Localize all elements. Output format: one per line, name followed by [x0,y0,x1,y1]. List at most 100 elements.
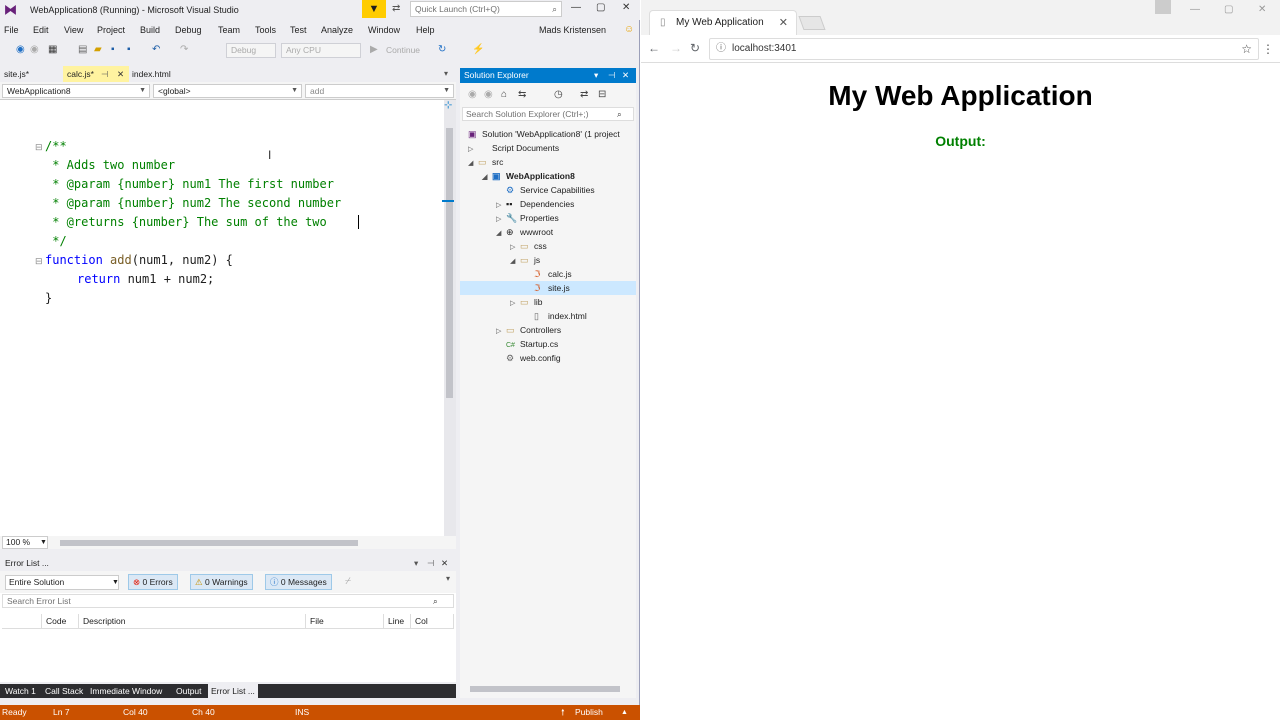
warnings-filter-button[interactable]: ⚠ 0 Warnings [190,574,253,590]
errors-filter-button[interactable]: ⊗ 0 Errors [128,574,178,590]
tab-output[interactable]: Output [176,684,202,698]
toolbar-overflow-icon[interactable]: ▾ [446,574,450,583]
solution-configuration-combo[interactable]: Debug [226,43,276,58]
redo-icon[interactable]: ↷ [180,44,188,55]
column-header-line[interactable]: Line [384,614,411,629]
column-header-file[interactable]: File [306,614,384,629]
browser-tab[interactable]: ▯ My Web Application ✕ [649,10,797,35]
undo-icon[interactable]: ↶ [152,44,160,55]
column-header-description[interactable]: Description [79,614,306,629]
editor-scroll-thumb[interactable] [446,128,453,398]
profile-icon[interactable] [1155,0,1171,14]
new-item-icon[interactable]: ▤ [78,44,87,55]
browser-menu-icon[interactable]: ⋮ [1262,42,1274,56]
save-icon[interactable]: ▪ [111,44,115,55]
save-all-icon[interactable]: ▪ [127,44,131,55]
menu-debug[interactable]: Debug [175,25,202,35]
menu-analyze[interactable]: Analyze [321,25,353,35]
solution-explorer-horizontal-scroll-thumb[interactable] [470,686,620,692]
tree-item-solution[interactable]: ▣ Solution 'WebApplication8' (1 project [468,127,620,141]
continue-icon[interactable]: ▶ [370,44,378,55]
tree-item-service-capabilities[interactable]: ⚙ Service Capabilities [496,183,595,197]
messages-filter-button[interactable]: ⓘ 0 Messages [265,574,332,590]
sync-icon[interactable]: ⇆ [518,89,526,100]
address-bar[interactable]: ⓘ localhost:3401 ☆ [709,38,1259,60]
editor-horizontal-scroll-thumb[interactable] [60,540,358,546]
reload-icon[interactable]: ↻ [690,41,700,55]
tab-dropdown-icon[interactable]: ▾ [444,69,448,78]
menu-edit[interactable]: Edit [33,25,49,35]
user-name[interactable]: Mads Kristensen [539,25,606,35]
close-tab-icon[interactable]: ✕ [779,11,788,35]
refresh-icon[interactable]: ↻ [438,44,446,55]
open-file-icon[interactable]: ▰ [94,44,102,55]
tree-item-calc-js[interactable]: ℑcalc.js [524,267,572,281]
publish-up-arrow-icon[interactable]: 🠕 [561,705,565,720]
publish-menu-icon[interactable]: ▲ [621,705,628,720]
collapse-icon[interactable]: ◢ [510,255,520,269]
new-tab-button[interactable] [798,16,826,30]
menu-team[interactable]: Team [218,25,240,35]
maximize-button[interactable]: ▢ [1224,4,1233,15]
collapse-icon[interactable]: ◢ [482,171,492,185]
menu-tools[interactable]: Tools [255,25,276,35]
scope-combo[interactable]: <global> ▼ [153,84,302,98]
refresh-icon[interactable]: ⇄ [580,89,588,100]
solution-explorer-search-input[interactable]: Search Solution Explorer (Ctrl+;) ⌕ [462,107,634,121]
zoom-combo[interactable]: 100 % ▼ [2,536,48,549]
forward-icon[interactable]: ◉ [484,89,493,100]
menu-view[interactable]: View [64,25,83,35]
error-list-search-input[interactable]: Search Error List ⌕ [2,594,454,608]
tree-item-index-html[interactable]: ▯ index.html [524,309,587,323]
panel-options-icon[interactable]: ▾ [414,556,418,571]
close-panel-icon[interactable]: ✕ [622,68,629,83]
tab-call-stack[interactable]: Call Stack [45,684,83,698]
tab-error-list[interactable]: Error List ... [208,684,258,698]
forward-navigate-icon[interactable]: ◉ [30,44,39,55]
pin-icon[interactable]: ⊣ [608,68,615,83]
maximize-button[interactable]: ▢ [596,2,605,13]
project-combo[interactable]: WebApplication8 ▼ [2,84,150,98]
collapse-icon[interactable]: ◢ [496,227,506,241]
back-icon[interactable]: ← [648,41,660,55]
user-avatar-icon[interactable]: ☺ [624,24,634,35]
publish-button[interactable]: Publish [575,705,603,720]
close-panel-icon[interactable]: ✕ [441,556,448,571]
forward-icon[interactable]: → [670,41,682,55]
minimize-button[interactable]: — [571,2,581,13]
solution-platform-combo[interactable]: Any CPU [281,43,361,58]
close-tab-icon[interactable]: ✕ [117,66,124,82]
notification-filter-icon[interactable]: ▼ [362,0,386,18]
expand-icon[interactable]: ▷ [510,297,520,311]
collapse-icon[interactable]: ◢ [468,157,478,171]
bookmark-star-icon[interactable]: ☆ [1241,39,1252,59]
collapse-all-icon[interactable]: ⊟ [598,89,606,100]
fold-toggle-icon[interactable]: ⊟ [35,256,43,267]
tab-immediate-window[interactable]: Immediate Window [90,684,162,698]
info-icon[interactable]: ⓘ [716,39,726,59]
tree-item-site-js[interactable]: ℑsite.js [460,281,636,295]
quick-launch-input[interactable]: Quick Launch (Ctrl+Q) ⌕ [410,1,562,17]
history-icon[interactable]: ◷ [554,89,563,100]
tab-watch-1[interactable]: Watch 1 [5,684,36,698]
menu-window[interactable]: Window [368,25,400,35]
pin-icon[interactable]: ⊣ [101,66,108,82]
menu-build[interactable]: Build [140,25,160,35]
tab-site-js[interactable]: site.js* [0,66,60,82]
close-button[interactable]: ✕ [1258,4,1266,15]
error-scope-combo[interactable]: Entire Solution ▼ [5,575,119,590]
home-icon[interactable]: ⌂ [501,89,507,100]
column-header-col[interactable]: Col [411,614,454,629]
column-header-code[interactable]: Code [42,614,79,629]
new-project-icon[interactable]: ▦ [48,44,57,55]
pin-icon[interactable]: ⊣ [427,556,434,571]
fold-toggle-icon[interactable]: ⊟ [35,142,43,153]
menu-help[interactable]: Help [416,25,435,35]
member-combo[interactable]: add ▼ [305,84,454,98]
clear-filter-icon[interactable]: ⌿ [345,576,351,587]
menu-test[interactable]: Test [290,25,307,35]
column-header-blank[interactable] [2,614,42,629]
back-icon[interactable]: ◉ [468,89,477,100]
feedback-icon[interactable]: ⇄ [392,3,400,14]
menu-file[interactable]: File [4,25,19,35]
